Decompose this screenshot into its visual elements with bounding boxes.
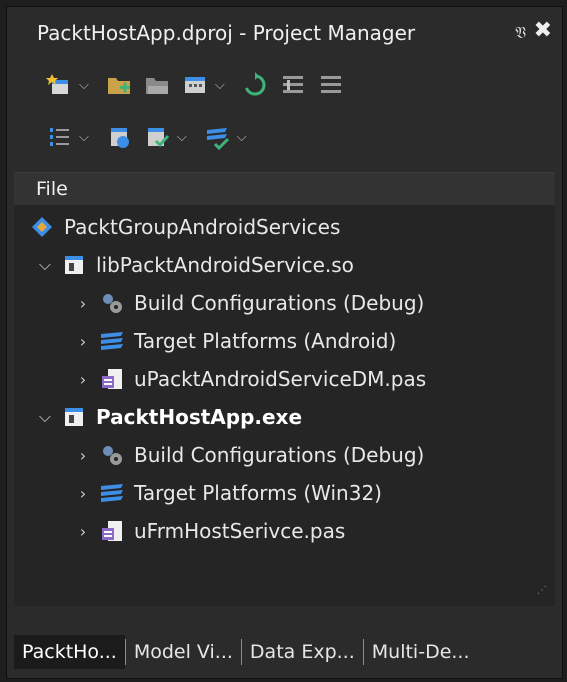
project-tree: PacktGroupAndroidServices ⌵ libPacktAndr…: [14, 205, 555, 606]
project-group-icon: [28, 213, 56, 241]
collapse-icon[interactable]: [317, 71, 345, 99]
build-order-dropdown-icon[interactable]: ⌵: [79, 130, 89, 145]
chevron-right-icon[interactable]: ›: [74, 294, 92, 313]
view-dropdown-icon[interactable]: ⌵: [215, 78, 225, 93]
group-label: PacktGroupAndroidServices: [64, 215, 341, 239]
project-1-label: libPacktAndroidService.so: [96, 253, 354, 277]
tab-multi-device[interactable]: Multi-De...: [364, 635, 478, 669]
build-icon[interactable]: [105, 123, 133, 151]
unit-1-label: uPacktAndroidServiceDM.pas: [134, 367, 427, 391]
target-platforms-2-label: Target Platforms (Win32): [134, 481, 382, 505]
file-column-label: File: [36, 178, 68, 200]
project-manager-panel: PacktHostApp.dproj - Project Manager 𝔙 ✖…: [6, 6, 563, 679]
platforms-dropdown-icon[interactable]: ⌵: [237, 130, 247, 145]
bottom-tab-bar: PacktHo... Model Vi... Data Exp... Multi…: [14, 632, 555, 672]
chevron-right-icon[interactable]: ›: [74, 370, 92, 389]
platforms-icon: [98, 479, 126, 507]
check-dropdown-icon[interactable]: ⌵: [177, 130, 187, 145]
tab-model-view[interactable]: Model Vi...: [126, 635, 241, 669]
unit-file-icon: [98, 365, 126, 393]
build-order-icon[interactable]: [45, 123, 73, 151]
chevron-down-icon[interactable]: ⌵: [36, 407, 54, 427]
toolbar-row-1: ⌵ ⌵: [45, 67, 345, 103]
check-icon[interactable]: [143, 123, 171, 151]
chevron-right-icon[interactable]: ›: [74, 332, 92, 351]
tree-item-target-platforms-1[interactable]: › Target Platforms (Android): [74, 323, 397, 359]
chevron-right-icon[interactable]: ›: [74, 484, 92, 503]
target-platforms-1-label: Target Platforms (Android): [134, 329, 397, 353]
tree-item-group[interactable]: PacktGroupAndroidServices: [28, 209, 340, 245]
window-title: PacktHostApp.dproj - Project Manager: [37, 21, 416, 45]
unit-file-icon: [98, 517, 126, 545]
resize-grip-icon[interactable]: ⋰: [537, 585, 548, 596]
chevron-down-icon[interactable]: ⌵: [36, 255, 54, 275]
toolbar-row-2: ⌵ ⌵ ⌵: [45, 119, 253, 155]
new-item-icon[interactable]: [45, 71, 73, 99]
gears-icon: [98, 289, 126, 317]
build-config-2-label: Build Configurations (Debug): [134, 443, 425, 467]
add-existing-icon[interactable]: [105, 71, 133, 99]
chevron-right-icon[interactable]: ›: [74, 446, 92, 465]
tree-item-target-platforms-2[interactable]: › Target Platforms (Win32): [74, 475, 382, 511]
column-header[interactable]: File: [14, 172, 555, 205]
platforms-icon[interactable]: [203, 123, 231, 151]
gears-icon: [98, 441, 126, 469]
tree-item-project-2[interactable]: ⌵ PacktHostApp.exe: [36, 399, 302, 435]
platforms-icon: [98, 327, 126, 355]
build-config-1-label: Build Configurations (Debug): [134, 291, 425, 315]
tree-item-unit-1[interactable]: › uPacktAndroidServiceDM.pas: [74, 361, 426, 397]
tab-project-manager[interactable]: PacktHo...: [14, 635, 125, 669]
exe-project-icon: [60, 403, 88, 431]
remove-icon[interactable]: [143, 71, 171, 99]
project-2-label: PacktHostApp.exe: [96, 405, 303, 429]
view-icon[interactable]: [181, 71, 209, 99]
library-project-icon: [60, 251, 88, 279]
tree-item-build-config-2[interactable]: › Build Configurations (Debug): [74, 437, 425, 473]
tree-item-unit-2[interactable]: › uFrmHostSerivce.pas: [74, 513, 345, 549]
chevron-right-icon[interactable]: ›: [74, 522, 92, 541]
tree-item-project-1[interactable]: ⌵ libPacktAndroidService.so: [36, 247, 354, 283]
new-dropdown-icon[interactable]: ⌵: [79, 78, 89, 93]
tab-data-explorer[interactable]: Data Exp...: [242, 635, 363, 669]
pin-icon[interactable]: 𝔙: [515, 23, 526, 43]
unit-2-label: uFrmHostSerivce.pas: [134, 519, 346, 543]
expand-icon[interactable]: [279, 71, 307, 99]
close-icon[interactable]: ✖: [534, 18, 552, 43]
sync-icon[interactable]: [241, 71, 269, 99]
tree-item-build-config-1[interactable]: › Build Configurations (Debug): [74, 285, 425, 321]
title-bar: PacktHostApp.dproj - Project Manager 𝔙 ✖: [7, 7, 562, 57]
